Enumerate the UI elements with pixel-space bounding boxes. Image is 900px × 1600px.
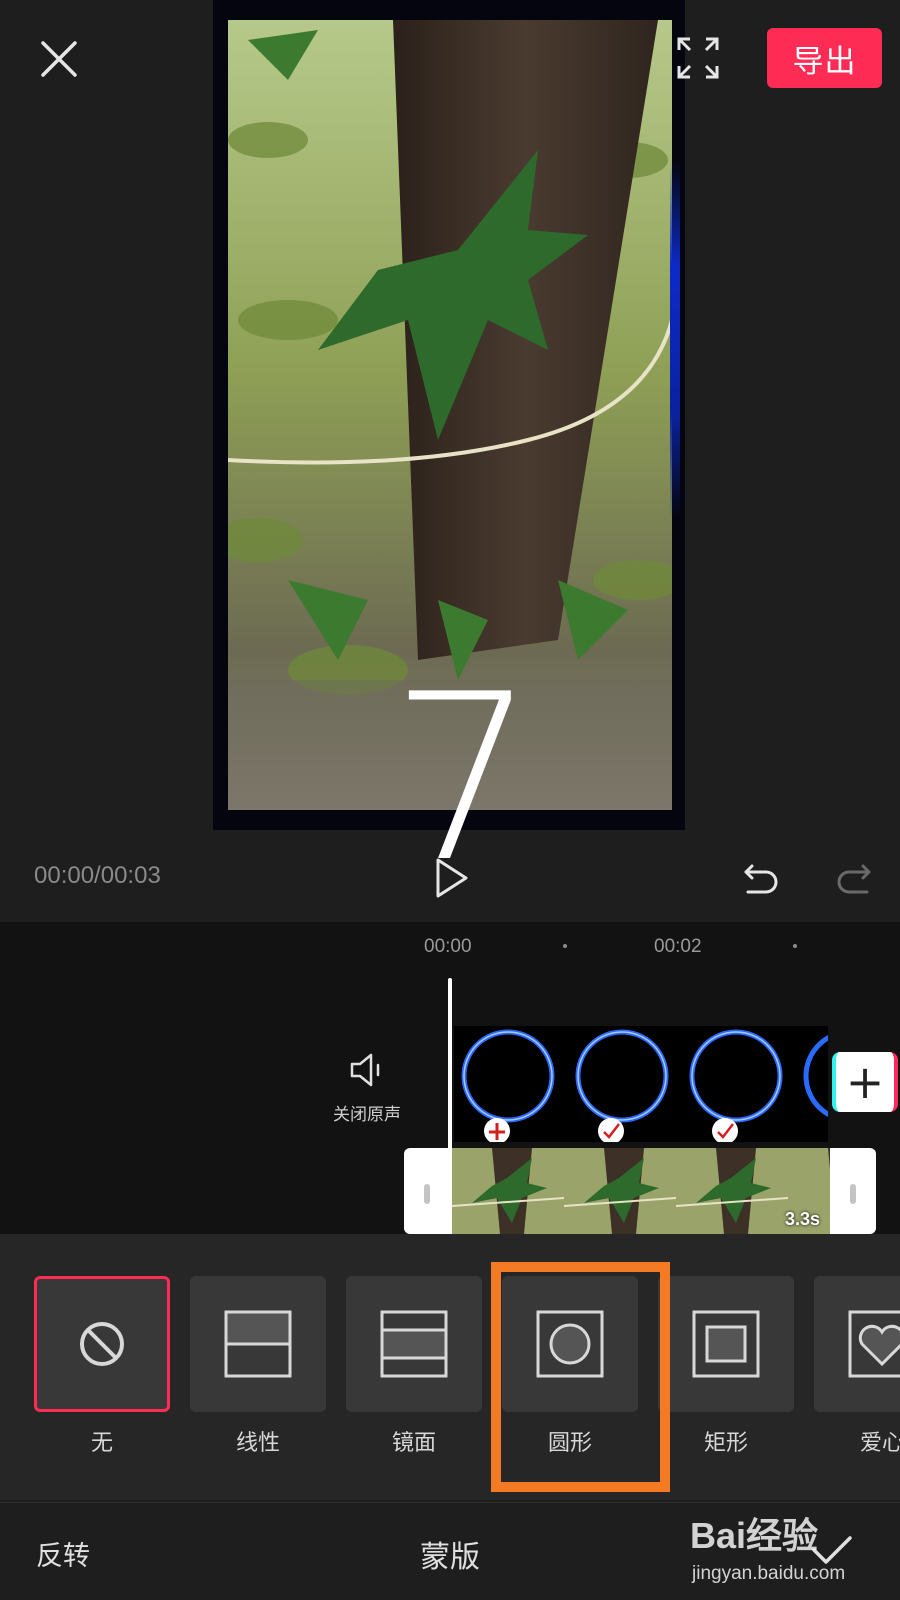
mask-option-label: 镜面	[391, 1431, 436, 1456]
trim-handle-left[interactable]	[424, 1184, 430, 1204]
overlay-clip-track[interactable]	[454, 1026, 828, 1142]
ruler-label: 00:02	[654, 936, 702, 957]
ring-thumbnail	[689, 1029, 783, 1123]
export-button[interactable]: 导出	[767, 28, 882, 88]
main-clip-thumbnails	[452, 1148, 830, 1234]
ring-thumbnail	[803, 1035, 828, 1117]
clip-thumbnail	[676, 1148, 788, 1234]
annotation-highlight-box	[491, 1262, 670, 1492]
clip-thumbnail	[564, 1148, 676, 1234]
ring-thumbnail	[575, 1029, 669, 1123]
ruler-tick	[793, 944, 797, 948]
mask-option-rectangle[interactable]	[658, 1276, 794, 1412]
main-clip-track[interactable]: 3.3s	[404, 1148, 876, 1234]
rectangle-mask-icon	[692, 1310, 760, 1378]
trim-handle-right[interactable]	[850, 1184, 856, 1204]
play-button[interactable]	[432, 856, 472, 900]
close-icon	[41, 41, 77, 77]
linear-mask-icon	[224, 1310, 292, 1378]
editor-screen: 7 导出 00:00/00:03 00:00 00:02 关闭原声 + 3.3s…	[0, 0, 900, 1600]
watermark-brand: Bai经验	[690, 1515, 819, 1556]
check-badge-icon	[598, 1118, 624, 1142]
fullscreen-button[interactable]	[676, 36, 720, 80]
ruler-tick	[563, 944, 567, 948]
mirror-mask-icon	[380, 1310, 448, 1378]
mute-original-button[interactable]: 关闭原声	[322, 1050, 412, 1130]
close-button[interactable]	[34, 34, 84, 84]
mask-option-label: 无	[90, 1431, 113, 1456]
mask-option-label: 矩形	[703, 1431, 748, 1456]
cross-badge-icon	[484, 1118, 510, 1142]
mask-option-mirror[interactable]	[346, 1276, 482, 1412]
heart-mask-icon	[848, 1310, 900, 1378]
add-clip-button[interactable]: +	[832, 1052, 898, 1112]
overlay-glow	[670, 160, 680, 520]
redo-button[interactable]	[833, 858, 873, 898]
none-icon	[80, 1322, 124, 1366]
mask-option-label: 线性	[235, 1431, 280, 1456]
watermark-url: jingyan.baidu.com	[692, 1563, 846, 1584]
mask-option-linear[interactable]	[190, 1276, 326, 1412]
clip-thumbnail	[452, 1148, 564, 1234]
undo-button[interactable]	[742, 858, 782, 898]
mask-option-label: 爱心	[859, 1431, 900, 1456]
timecode: 00:00/00:03	[34, 862, 161, 889]
mask-option-heart[interactable]	[814, 1276, 900, 1412]
mask-option-none[interactable]	[34, 1276, 170, 1412]
ruler-label: 00:00	[424, 936, 472, 957]
panel-title: 蒙版	[420, 1540, 480, 1575]
speaker-icon	[350, 1053, 380, 1087]
check-badge-icon	[712, 1118, 738, 1142]
fullscreen-icon	[677, 37, 719, 79]
watermark: Bai经验 jingyan.baidu.com	[690, 1503, 900, 1600]
undo-icon	[744, 864, 778, 894]
playhead[interactable]	[448, 978, 452, 1234]
clip-duration: 3.3s	[784, 1209, 820, 1229]
overlay-number: 7	[390, 646, 537, 913]
play-icon	[436, 858, 468, 898]
mute-label: 关闭原声	[333, 1105, 401, 1125]
invert-button[interactable]: 反转	[36, 1534, 90, 1573]
ring-thumbnail	[461, 1029, 555, 1123]
redo-icon	[837, 864, 871, 894]
